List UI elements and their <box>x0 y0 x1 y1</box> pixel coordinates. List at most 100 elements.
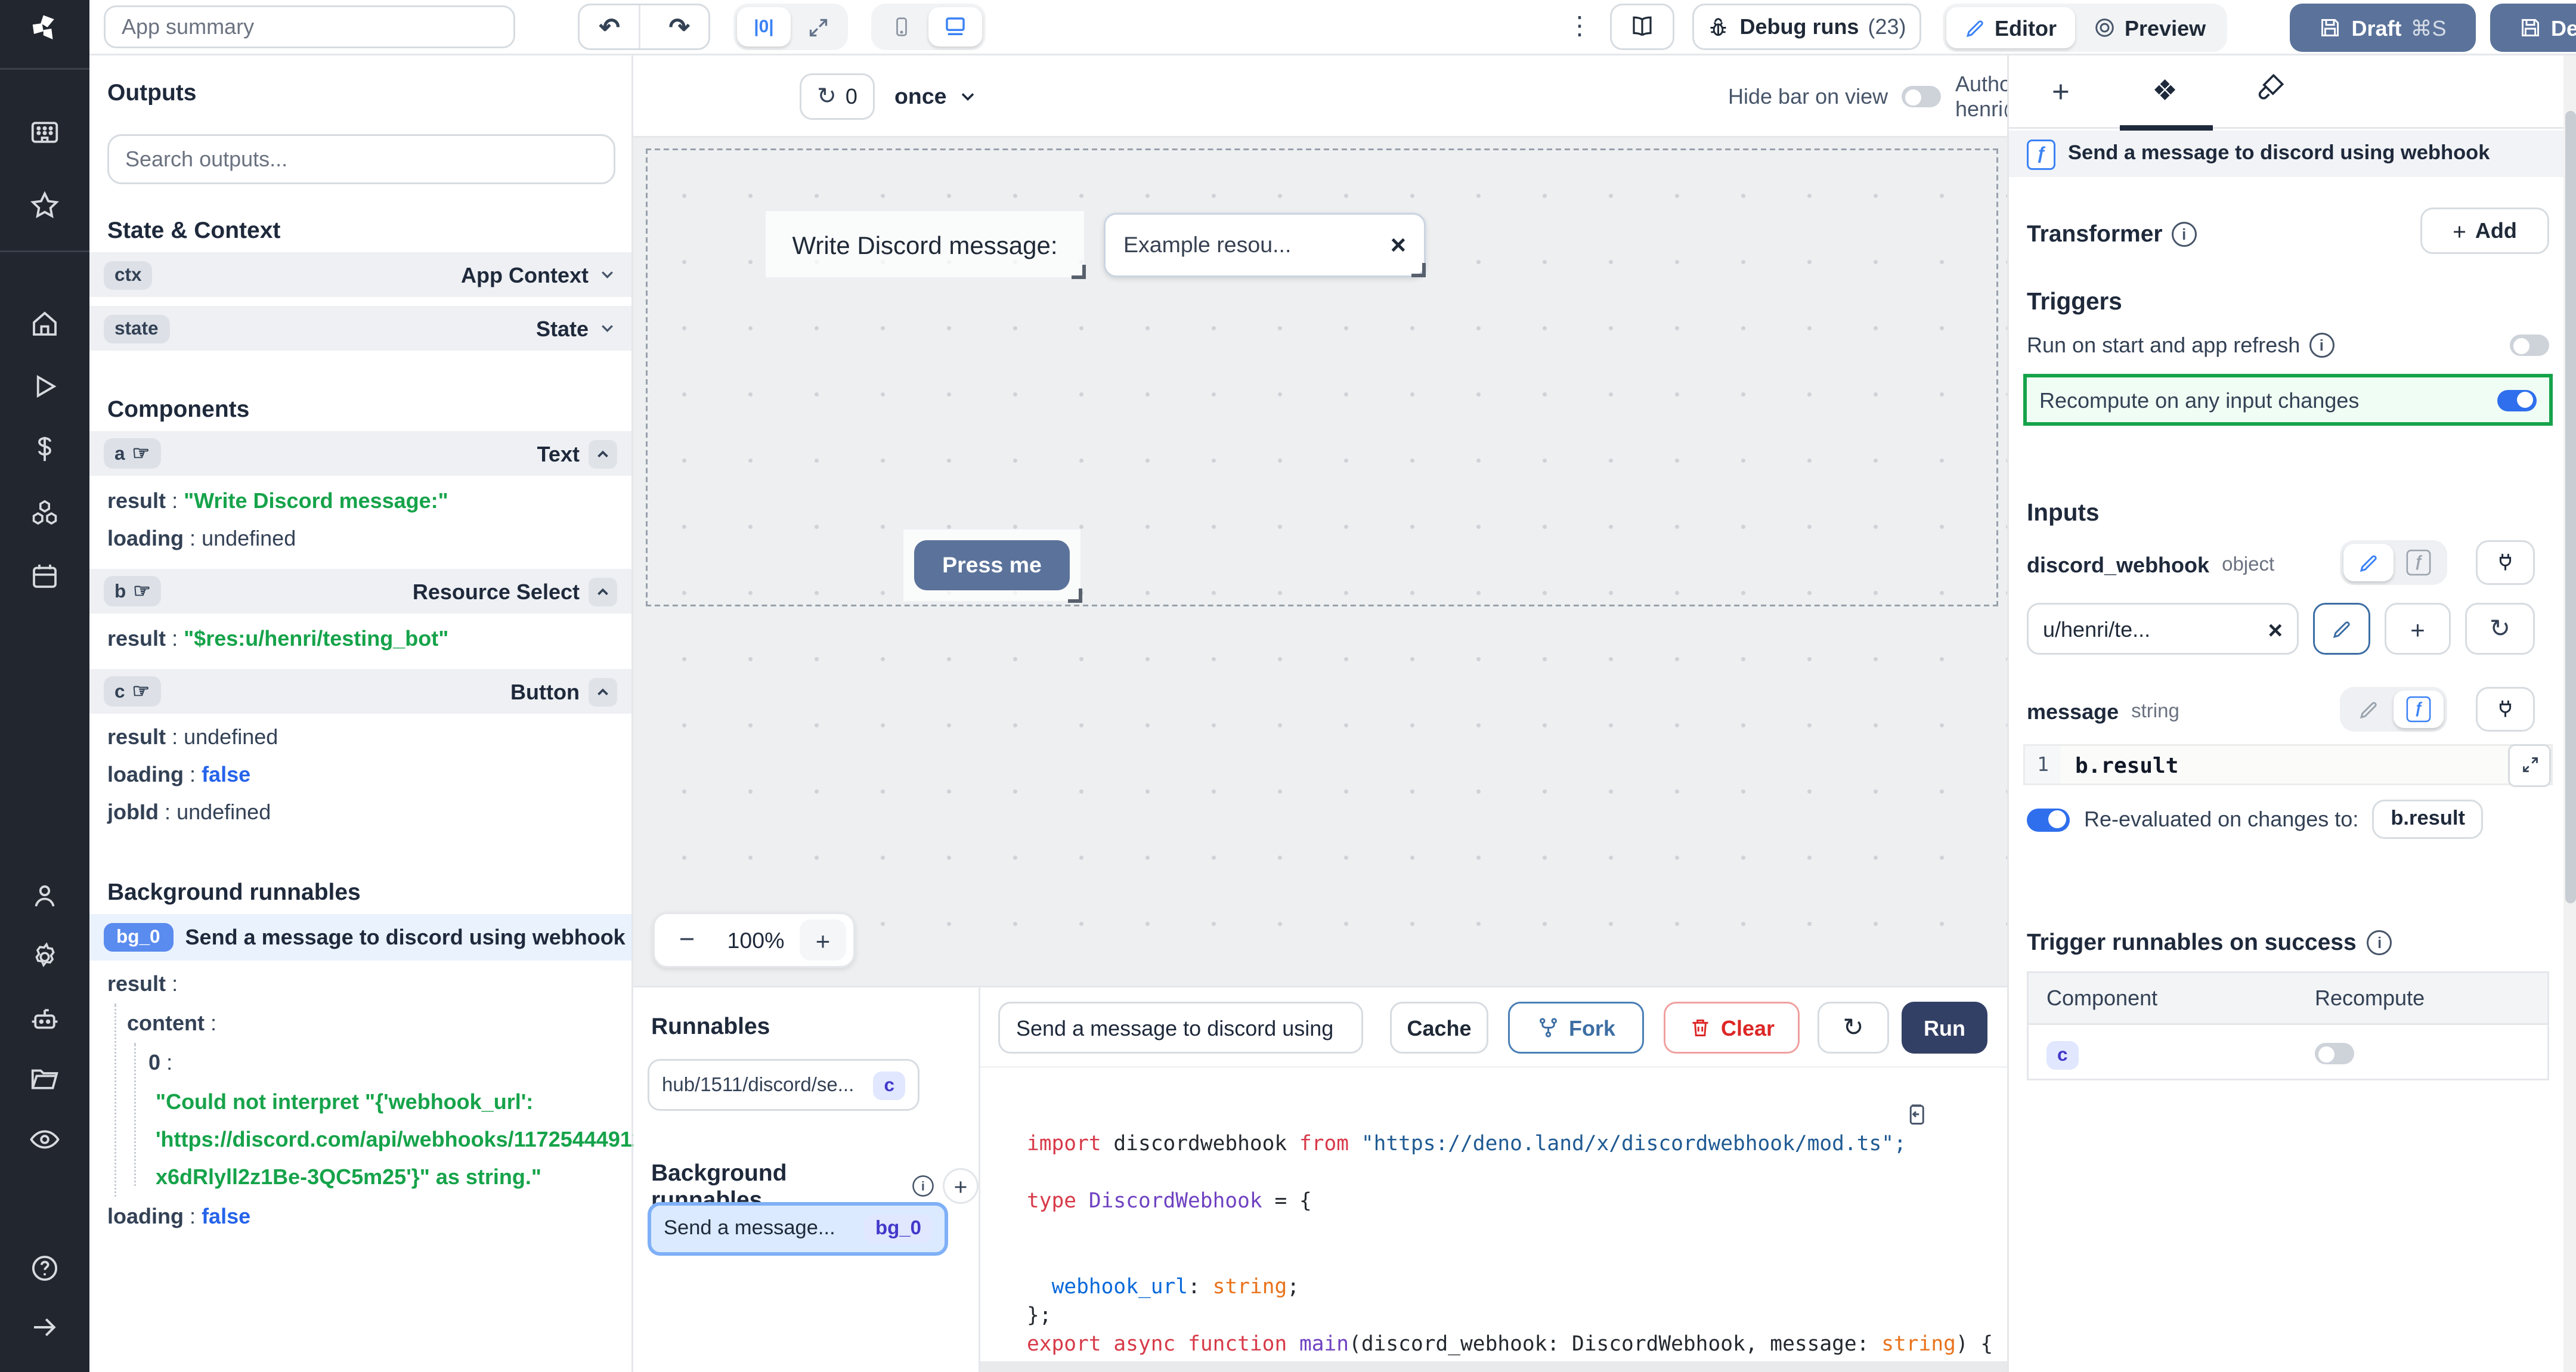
run-mode-select[interactable]: once <box>894 73 979 120</box>
message-code-editor[interactable]: 1 b.result <box>2023 744 2553 785</box>
component-b-row[interactable]: b☞ Resource Select <box>89 569 631 614</box>
refresh-icon: ↻ <box>817 82 837 111</box>
state-row[interactable]: state State <box>89 306 631 351</box>
reeval-toggle[interactable] <box>2027 808 2070 831</box>
script-tab[interactable]: Send a message to discord using <box>998 1002 1363 1054</box>
chevron-down-icon[interactable] <box>597 265 617 284</box>
runs-icon[interactable] <box>29 370 61 402</box>
fullscreen-icon[interactable] <box>791 7 844 47</box>
static-pencil-mode[interactable] <box>2343 690 2394 728</box>
col-recompute: Recompute <box>2315 986 2425 1011</box>
zoom-in-button[interactable]: + <box>800 919 846 961</box>
undo-button[interactable]: ↶ <box>580 5 641 48</box>
recompute-toggle[interactable] <box>2497 389 2537 411</box>
reeval-chip[interactable]: b.result <box>2373 800 2483 839</box>
collapse-arrow-icon[interactable] <box>29 1311 61 1343</box>
add-resource-button[interactable]: + <box>2385 603 2451 655</box>
mobile-view-icon[interactable] <box>875 7 928 47</box>
code-hscrollbar[interactable] <box>980 1361 2007 1372</box>
code-editor[interactable]: import discordwebhook from "https://deno… <box>980 1066 2007 1361</box>
resource-value-input[interactable]: u/henri/te... × <box>2027 603 2299 655</box>
app-summary-input[interactable]: App summary <box>104 5 515 48</box>
favorites-star-icon[interactable] <box>29 190 61 222</box>
pointer-icon: ☞ <box>132 680 150 703</box>
desktop-view-icon[interactable] <box>928 7 982 47</box>
resources-icon[interactable] <box>29 497 61 529</box>
settings-gear-icon[interactable] <box>29 941 61 973</box>
static-pencil-mode[interactable] <box>2343 544 2394 581</box>
redo-button[interactable]: ↷ <box>650 5 708 48</box>
more-menu-kebab[interactable]: ⋮ <box>1567 11 1594 41</box>
info-icon[interactable]: i <box>2367 930 2392 955</box>
info-icon[interactable]: i <box>2309 333 2334 358</box>
eval-fn-mode[interactable]: ƒ <box>2394 544 2444 581</box>
run-button[interactable]: Run <box>1902 1002 1987 1054</box>
collapse-button[interactable] <box>589 677 617 706</box>
save-icon <box>2319 16 2342 39</box>
press-me-button[interactable]: Press me <box>914 540 1070 590</box>
users-icon[interactable] <box>29 880 61 912</box>
connect-plug-button[interactable] <box>2476 687 2535 732</box>
copy-code-icon[interactable] <box>1903 1102 1928 1129</box>
audit-eye-icon[interactable] <box>29 1123 61 1156</box>
resource-select-component[interactable]: Example resou... × <box>1104 213 1426 277</box>
connect-plug-button[interactable] <box>2476 540 2535 585</box>
expand-editor-icon[interactable] <box>2508 744 2551 786</box>
eval-fn-mode[interactable]: ƒ <box>2394 690 2444 728</box>
center-align-button[interactable]: |0| <box>737 7 791 47</box>
text-component[interactable]: Write Discord message: <box>766 211 1084 277</box>
recompute-c-toggle[interactable] <box>2315 1043 2354 1064</box>
workspace-icon[interactable] <box>29 116 61 148</box>
inputs-title: Inputs <box>2027 499 2100 526</box>
hub-runnable-item[interactable]: hub/1511/discord/se... c <box>648 1059 919 1111</box>
component-c-row[interactable]: c☞ Button <box>89 669 631 714</box>
zoom-out-button[interactable]: − <box>662 925 712 955</box>
schedules-icon[interactable] <box>29 560 61 592</box>
refresh-count-button[interactable]: ↻ 0 <box>800 73 875 120</box>
windmill-logo[interactable] <box>29 13 61 45</box>
tab-preview[interactable]: Preview <box>2075 7 2224 48</box>
draft-button[interactable]: Draft ⌘S <box>2290 4 2476 52</box>
clear-x-icon[interactable]: × <box>2268 615 2283 643</box>
clear-button[interactable]: Clear <box>1664 1002 1800 1054</box>
chevron-down-icon[interactable] <box>597 318 617 338</box>
triggers-title: Triggers <box>2027 288 2122 315</box>
refresh-resource-button[interactable]: ↻ <box>2465 603 2535 655</box>
scrollbar-thumb[interactable] <box>2565 111 2576 903</box>
clear-x-icon[interactable]: × <box>1391 230 1406 261</box>
message-code-value: b.result <box>2075 752 2178 778</box>
insert-plus-tab[interactable]: + <box>2052 75 2070 111</box>
docs-book-button[interactable] <box>1610 4 1674 50</box>
hide-bar-toggle[interactable] <box>1902 86 1942 107</box>
state-context-title: State & Context <box>107 216 280 243</box>
scrollbar-track[interactable] <box>2563 55 2576 1372</box>
add-background-runnable-button[interactable]: + <box>943 1168 979 1204</box>
prop-line: result : undefined <box>107 724 278 750</box>
component-a-row[interactable]: a☞ Text <box>89 431 631 476</box>
styling-brush-tab[interactable] <box>2256 72 2286 102</box>
run-on-start-toggle[interactable] <box>2510 335 2549 356</box>
info-icon[interactable]: i <box>912 1175 934 1197</box>
refresh-button[interactable]: ↻ <box>1818 1002 1889 1054</box>
variables-icon[interactable] <box>29 433 61 465</box>
cache-button[interactable]: Cache <box>1390 1002 1488 1054</box>
home-icon[interactable] <box>29 308 61 340</box>
collapse-button[interactable] <box>589 439 617 468</box>
info-icon[interactable]: i <box>2172 221 2197 246</box>
fork-button[interactable]: Fork <box>1508 1002 1644 1054</box>
edit-resource-button[interactable] <box>2313 603 2370 655</box>
components-tab-icon[interactable]: ❖ <box>2152 73 2178 109</box>
add-transformer-button[interactable]: +Add <box>2420 207 2549 254</box>
bg0-row[interactable]: bg_0 Send a message to discord using web… <box>89 914 631 961</box>
workers-robot-icon[interactable] <box>29 1004 61 1036</box>
app-canvas[interactable]: Write Discord message: Example resou... … <box>633 138 2007 986</box>
search-outputs-input[interactable]: Search outputs... <box>107 134 615 184</box>
debug-runs-button[interactable]: Debug runs (23) <box>1692 4 1921 50</box>
ctx-row[interactable]: ctx App Context <box>89 252 631 297</box>
help-icon[interactable] <box>29 1252 61 1284</box>
bg0-runnable-item[interactable]: Send a message... bg_0 <box>648 1202 948 1256</box>
tab-editor[interactable]: Editor <box>1946 7 2075 48</box>
deploy-button[interactable]: Deploy <box>2490 4 2576 52</box>
folders-icon[interactable] <box>29 1063 61 1095</box>
collapse-button[interactable] <box>589 577 617 606</box>
